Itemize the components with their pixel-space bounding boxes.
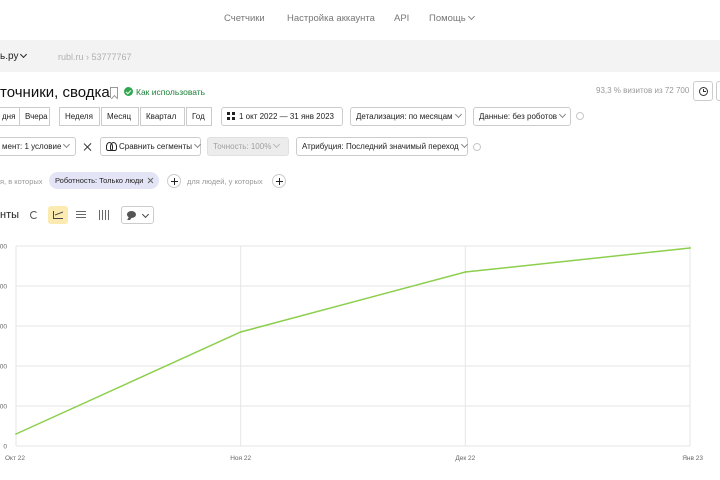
y-tick-label: 0 <box>3 444 7 451</box>
y-tick-label: 00 <box>0 324 7 331</box>
period-year[interactable]: Год <box>186 107 212 126</box>
page-title: точники, сводка <box>0 84 110 101</box>
pie-icon <box>30 211 38 219</box>
extra-button[interactable] <box>716 81 720 101</box>
period-yesterday[interactable]: Вчера <box>19 107 50 126</box>
columns-icon <box>99 210 109 220</box>
date-range-label: 1 окт 2022 — 31 янв 2023 <box>239 112 334 121</box>
segment-select[interactable]: мент: 1 условие <box>0 137 76 156</box>
line-chart-icon <box>53 211 63 219</box>
nav-counters[interactable]: Счетчики <box>224 13 265 24</box>
nav-help[interactable]: Помощь <box>429 12 475 24</box>
clock-icon <box>699 87 708 96</box>
chevron-down-icon <box>467 12 475 21</box>
period-week[interactable]: Неделя <box>59 107 100 126</box>
data-point <box>689 247 691 249</box>
segment-label: мент: 1 условие <box>2 142 62 151</box>
period-month[interactable]: Месяц <box>101 107 139 126</box>
detail-label: Детализация: по месяцам <box>356 112 453 121</box>
chevron-down-icon <box>20 50 28 59</box>
x-tick-label: Дек 22 <box>455 455 475 462</box>
attribution-label: Атрибуция: Последний значимый переход <box>302 142 459 151</box>
add-condition-button[interactable] <box>167 174 181 188</box>
line-chart: 00000000000Окт 22 Ноя 22 Дек 22 Янв 23 <box>0 244 703 463</box>
chevron-down-icon <box>193 140 202 149</box>
chart-section-title: нты <box>0 209 20 221</box>
chevron-down-icon <box>558 110 567 119</box>
data-filter-select[interactable]: Данные: без роботов <box>473 107 571 126</box>
nav-api[interactable]: API <box>394 13 409 24</box>
data-point <box>239 331 242 333</box>
site-name: ь.ру <box>0 51 19 62</box>
visits-sampling-note: 93,3 % визитов из 72 700 <box>596 86 690 95</box>
accuracy-label: Точность: 100% <box>213 142 272 151</box>
chevron-down-icon <box>460 140 468 149</box>
x-tick-label: Ноя 22 <box>230 455 251 462</box>
site-selector[interactable]: ь.ру <box>0 50 28 62</box>
history-button[interactable] <box>693 81 713 101</box>
period-today[interactable]: дня <box>0 107 20 126</box>
nav-account-settings[interactable]: Настройка аккаунта <box>287 13 375 24</box>
y-tick-label: 00 <box>0 244 7 251</box>
date-range-button[interactable]: 1 окт 2022 — 31 янв 2023 <box>221 107 343 126</box>
x-tick-label: Янв 23 <box>682 455 703 462</box>
counter-bar: ь.ру rubl.ru › 53777767 <box>0 40 720 72</box>
chevron-down-icon <box>273 140 281 149</box>
compare-label: Сравнить сегменты <box>119 142 193 151</box>
chart-type-columns[interactable] <box>94 206 114 224</box>
add-people-condition-button[interactable] <box>272 174 286 188</box>
close-icon[interactable] <box>83 142 93 152</box>
info-icon[interactable] <box>576 112 584 120</box>
accuracy-select[interactable]: Точность: 100% <box>207 137 289 156</box>
calendar-icon <box>227 112 235 120</box>
segment-people-text: для людей, у которых <box>187 177 263 186</box>
close-icon[interactable] <box>147 177 154 184</box>
check-circle-icon <box>124 87 133 96</box>
bookmark-icon[interactable] <box>110 87 118 98</box>
robot-filter-chip[interactable]: Роботность: Только люди <box>49 172 160 189</box>
chart-type-pie[interactable] <box>24 206 44 224</box>
chart-type-bars[interactable] <box>71 206 91 224</box>
y-tick-label: 00 <box>0 284 7 291</box>
compare-icon <box>106 142 117 151</box>
y-tick-label: 00 <box>0 404 7 411</box>
detail-select[interactable]: Детализация: по месяцам <box>350 107 466 126</box>
chevron-down-icon <box>63 140 71 149</box>
nav-help-label: Помощь <box>429 13 466 24</box>
chevron-down-icon <box>141 210 150 219</box>
comments-select[interactable] <box>121 206 154 224</box>
chip-label: Роботность: Только люди <box>55 176 144 185</box>
counter-breadcrumb: rubl.ru › 53777767 <box>58 52 132 62</box>
compare-segments-button[interactable]: Сравнить сегменты <box>100 137 202 156</box>
data-point <box>15 433 17 435</box>
top-navigation: Счетчики Настройка аккаунта API Помощь <box>0 0 720 38</box>
data-filter-label: Данные: без роботов <box>479 112 558 121</box>
comment-icon <box>127 211 136 218</box>
attribution-select[interactable]: Атрибуция: Последний значимый переход <box>296 137 468 156</box>
bar-rows-icon <box>76 211 86 219</box>
y-tick-label: 00 <box>0 364 7 371</box>
x-tick-label: Окт 22 <box>5 455 25 462</box>
chart-type-line[interactable] <box>48 206 68 224</box>
how-to-use-link[interactable]: Как использовать <box>136 87 205 97</box>
chevron-down-icon <box>454 110 462 119</box>
segment-condition-text: я, в которых <box>0 177 43 186</box>
info-icon[interactable] <box>473 143 481 151</box>
data-point <box>464 271 467 273</box>
period-quarter[interactable]: Квартал <box>140 107 185 126</box>
